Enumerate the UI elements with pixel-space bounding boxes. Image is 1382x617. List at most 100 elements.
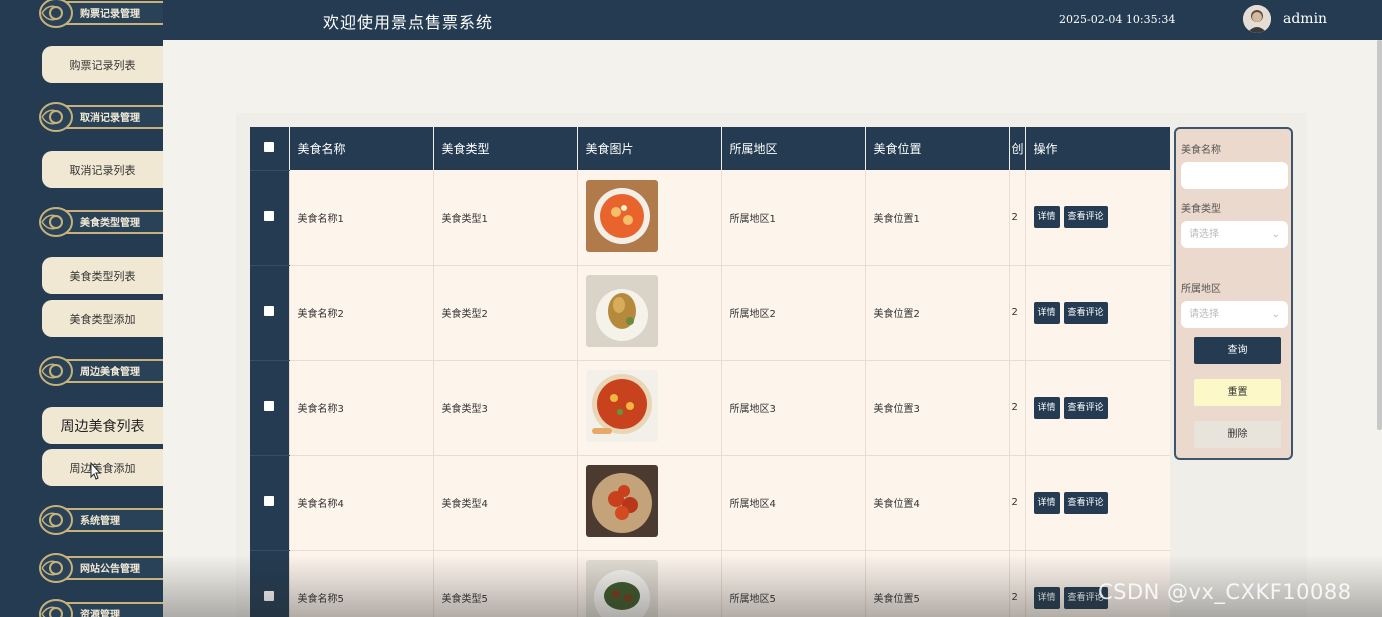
table-row: 美食名称1 美食类型1 所属地区1 美食位置1 2 详情 查看评论 xyxy=(250,170,1170,266)
row-checkbox[interactable] xyxy=(264,306,275,316)
detail-button[interactable]: 详情 xyxy=(1033,301,1060,324)
food-type-select[interactable]: 请选择 ⌄ xyxy=(1181,221,1288,248)
menu-group-resources[interactable]: 资源管理 xyxy=(38,597,163,617)
menu-group-label: 网站公告管理 xyxy=(80,564,140,575)
location-cell: 美食位置1 xyxy=(865,170,1010,266)
sidebar: 购票记录管理 购票记录列表 取消记录管理 取消记录列表 美食类型管理 美食类型列… xyxy=(0,0,163,617)
ornament-icon xyxy=(39,553,73,583)
sidebar-item-nearby-food-add[interactable]: 周边美食添加 xyxy=(42,449,163,486)
ornament-icon xyxy=(39,0,73,28)
detail-button[interactable]: 详情 xyxy=(1033,586,1060,609)
top-header: 欢迎使用景点售票系统 2025-02-04 10:35:34 admin xyxy=(163,0,1382,40)
food-name-input[interactable] xyxy=(1181,162,1288,189)
extra-cell: 2 xyxy=(1009,550,1026,617)
ornament-icon xyxy=(39,207,73,237)
row-checkbox[interactable] xyxy=(264,211,275,221)
location-cell: 美食位置3 xyxy=(865,360,1010,456)
detail-button[interactable]: 详情 xyxy=(1033,491,1060,514)
view-reviews-button[interactable]: 查看评论 xyxy=(1063,396,1108,419)
location-cell: 美食位置4 xyxy=(865,455,1010,551)
food-table-wrapper: 美食名称 美食类型 美食图片 所属地区 美食位置 创 操作 美食名称1 美食类型… xyxy=(250,127,1170,617)
ornament-icon xyxy=(39,102,73,132)
chevron-down-icon: ⌄ xyxy=(1271,229,1280,240)
region-cell: 所属地区5 xyxy=(721,550,866,617)
table-row: 美食名称4 美食类型4 所属地区4 美食位置4 2 详情 查看评论 xyxy=(250,455,1170,551)
menu-group-label: 购票记录管理 xyxy=(80,9,140,20)
avatar[interactable] xyxy=(1243,5,1271,33)
row-checkbox[interactable] xyxy=(264,496,275,506)
extra-cell: 2 xyxy=(1009,265,1026,361)
select-all-checkbox-cell[interactable] xyxy=(250,127,290,171)
row-checkbox[interactable] xyxy=(264,591,275,601)
table-header-row: 美食名称 美食类型 美食图片 所属地区 美食位置 创 操作 xyxy=(250,127,1170,171)
menu-group-ticket-records[interactable]: 购票记录管理 xyxy=(38,0,163,30)
reset-button[interactable]: 重置 xyxy=(1194,379,1281,406)
menu-group-announcements[interactable]: 网站公告管理 xyxy=(38,551,163,585)
food-image[interactable] xyxy=(585,179,658,252)
menu-group-label: 周边美食管理 xyxy=(80,367,140,378)
food-type-cell: 美食类型1 xyxy=(433,170,578,266)
select-all-checkbox[interactable] xyxy=(264,142,275,153)
food-image[interactable] xyxy=(585,465,658,537)
menu-group-nearby-food[interactable]: 周边美食管理 xyxy=(38,354,163,388)
table-row: 美食名称2 美食类型2 所属地区2 美食位置2 2 详情 查看评论 xyxy=(250,265,1170,361)
food-image[interactable] xyxy=(585,560,658,617)
column-header: 美食类型 xyxy=(433,127,578,170)
menu-group-cancel-records[interactable]: 取消记录管理 xyxy=(38,100,163,134)
page-scrollbar[interactable] xyxy=(1377,40,1382,430)
datetime: 2025-02-04 10:35:34 xyxy=(1059,13,1176,26)
search-panel: 美食名称 美食类型 请选择 ⌄ 所属地区 请选择 ⌄ 查询 重置 删除 xyxy=(1174,127,1293,460)
view-reviews-button[interactable]: 查看评论 xyxy=(1063,206,1108,229)
view-reviews-button[interactable]: 查看评论 xyxy=(1063,491,1108,514)
region-select[interactable]: 请选择 ⌄ xyxy=(1181,301,1288,328)
chevron-down-icon: ⌄ xyxy=(1271,309,1280,320)
detail-button[interactable]: 详情 xyxy=(1033,396,1060,419)
username[interactable]: admin xyxy=(1283,11,1327,27)
menu-group-label: 取消记录管理 xyxy=(80,113,140,124)
ornament-icon xyxy=(39,599,73,617)
menu-group-label: 系统管理 xyxy=(80,516,120,527)
table-row: 美食名称3 美食类型3 所属地区3 美食位置3 2 详情 查看评论 xyxy=(250,360,1170,456)
delete-button[interactable]: 删除 xyxy=(1194,421,1281,448)
column-header: 美食图片 xyxy=(577,127,722,170)
food-name-cell: 美食名称1 xyxy=(289,170,434,266)
actions-cell: 详情 查看评论 xyxy=(1025,455,1170,551)
region-cell: 所属地区1 xyxy=(721,170,866,266)
sidebar-item-food-type-add[interactable]: 美食类型添加 xyxy=(42,300,163,337)
view-reviews-button[interactable]: 查看评论 xyxy=(1063,301,1108,324)
region-cell: 所属地区3 xyxy=(721,360,866,456)
food-image-cell xyxy=(577,170,722,266)
food-type-label: 美食类型 xyxy=(1181,204,1221,215)
food-name-label: 美食名称 xyxy=(1181,145,1221,156)
sidebar-item-cancel-record-list[interactable]: 取消记录列表 xyxy=(42,151,163,188)
detail-button[interactable]: 详情 xyxy=(1033,206,1060,229)
sidebar-item-nearby-food-list[interactable]: 周边美食列表 xyxy=(42,407,163,444)
food-type-cell: 美食类型2 xyxy=(433,265,578,361)
ornament-icon xyxy=(39,356,73,386)
food-image[interactable] xyxy=(585,370,658,442)
sidebar-item-ticket-record-list[interactable]: 购票记录列表 xyxy=(42,46,163,83)
extra-cell: 2 xyxy=(1009,170,1026,266)
food-image-cell xyxy=(577,360,722,456)
sidebar-item-food-type-list[interactable]: 美食类型列表 xyxy=(42,257,163,294)
food-name-cell: 美食名称4 xyxy=(289,455,434,551)
menu-group-food-types[interactable]: 美食类型管理 xyxy=(38,205,163,239)
food-image[interactable] xyxy=(585,275,658,347)
extra-cell: 2 xyxy=(1009,455,1026,551)
food-type-placeholder: 请选择 xyxy=(1189,229,1219,240)
column-header: 操作 xyxy=(1025,127,1170,170)
food-type-cell: 美食类型3 xyxy=(433,360,578,456)
actions-cell: 详情 查看评论 xyxy=(1025,265,1170,361)
query-button[interactable]: 查询 xyxy=(1194,337,1281,364)
user-avatar-icon xyxy=(1243,5,1271,33)
region-cell: 所属地区2 xyxy=(721,265,866,361)
region-placeholder: 请选择 xyxy=(1189,309,1219,320)
row-checkbox[interactable] xyxy=(264,401,275,411)
menu-group-system[interactable]: 系统管理 xyxy=(38,503,163,537)
app-title: 欢迎使用景点售票系统 xyxy=(323,13,494,32)
column-header: 美食位置 xyxy=(865,127,1010,170)
mouse-cursor-icon xyxy=(90,462,102,480)
column-header: 所属地区 xyxy=(721,127,866,170)
location-cell: 美食位置2 xyxy=(865,265,1010,361)
food-name-cell: 美食名称3 xyxy=(289,360,434,456)
